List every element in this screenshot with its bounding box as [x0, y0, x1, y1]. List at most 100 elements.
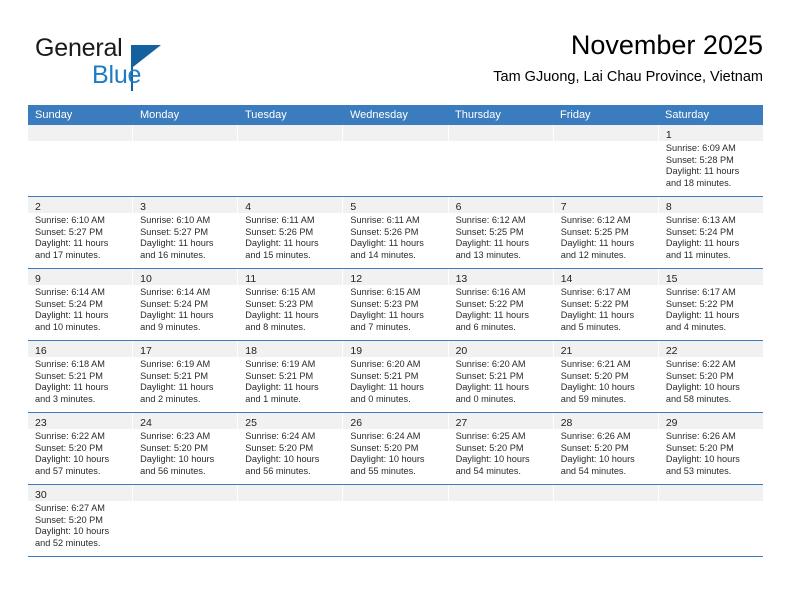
calendar-week-row: 16 Sunrise: 6:18 AM Sunset: 5:21 PM Dayligh…: [28, 341, 763, 413]
calendar-day-cell[interactable]: 24 Sunrise: 6:23 AM Sunset: 5:20 PM Dayligh…: [133, 413, 239, 484]
sunrise-text: Sunrise: 6:17 AM: [560, 287, 631, 297]
day-number: 1: [665, 129, 672, 141]
daylight-text-line1: Daylight: 11 hours: [350, 238, 424, 249]
sunrise-text: Sunrise: 6:11 AM: [245, 215, 315, 225]
calendar-day-cell[interactable]: 30 Sunrise: 6:27 AM Sunset: 5:20 PM Dayligh…: [28, 485, 134, 556]
calendar-page: General Blue November 2025 Tam GJuong, L…: [0, 0, 792, 612]
daylight-text-line1: Daylight: 11 hours: [245, 238, 319, 249]
daylight-text-line1: Daylight: 10 hours: [35, 526, 110, 537]
day-number-header: 11: [238, 269, 343, 285]
calendar-day-cell[interactable]: 6 Sunrise: 6:12 AM Sunset: 5:25 PM Daylight…: [448, 197, 554, 268]
daylight-text-line1: Daylight: 11 hours: [35, 310, 109, 321]
day-number: 22: [665, 345, 678, 357]
calendar-day-cell-empty: [238, 485, 344, 556]
calendar-day-cell[interactable]: 26 Sunrise: 6:24 AM Sunset: 5:20 PM Dayligh…: [343, 413, 449, 484]
day-sun-info: Sunrise: 6:19 AM Sunset: 5:21 PM Daylight:…: [133, 357, 237, 409]
day-number: 21: [560, 345, 573, 357]
sunset-text: Sunset: 5:24 PM: [35, 298, 103, 309]
day-number-header: [343, 125, 448, 141]
sunrise-text: Sunrise: 6:24 AM: [245, 431, 316, 441]
calendar-day-cell[interactable]: 4 Sunrise: 6:11 AM Sunset: 5:26 PM Daylight…: [238, 197, 344, 268]
daylight-text-line1: Daylight: 11 hours: [455, 238, 529, 249]
calendar-day-cell[interactable]: 27 Sunrise: 6:25 AM Sunset: 5:20 PM Dayligh…: [448, 413, 554, 484]
daylight-text-line1: Daylight: 11 hours: [455, 310, 529, 321]
calendar-day-cell[interactable]: 20 Sunrise: 6:20 AM Sunset: 5:21 PM Dayligh…: [448, 341, 554, 412]
daylight-text-line1: Daylight: 11 hours: [455, 382, 529, 393]
calendar-day-cell[interactable]: 25 Sunrise: 6:24 AM Sunset: 5:20 PM Dayligh…: [238, 413, 344, 484]
sunset-text: Sunset: 5:20 PM: [350, 442, 419, 453]
calendar-day-cell[interactable]: 21 Sunrise: 6:21 AM Sunset: 5:20 PM Dayligh…: [553, 341, 659, 412]
sunrise-text: Sunrise: 6:22 AM: [35, 431, 105, 441]
calendar-day-cell[interactable]: 13 Sunrise: 6:16 AM Sunset: 5:22 PM Dayligh…: [448, 269, 554, 340]
calendar-day-cell[interactable]: 11 Sunrise: 6:15 AM Sunset: 5:23 PM Dayligh…: [238, 269, 344, 340]
calendar-day-cell[interactable]: 19 Sunrise: 6:20 AM Sunset: 5:21 PM Dayligh…: [343, 341, 449, 412]
calendar-day-cell[interactable]: 2 Sunrise: 6:10 AM Sunset: 5:27 PM Daylight…: [28, 197, 134, 268]
day-number: 3: [140, 201, 146, 213]
calendar-day-cell[interactable]: 5 Sunrise: 6:11 AM Sunset: 5:26 PM Daylight…: [343, 197, 449, 268]
sunrise-text: Sunrise: 6:18 AM: [35, 359, 105, 369]
calendar-day-cell[interactable]: 29 Sunrise: 6:26 AM Sunset: 5:20 PM Dayligh…: [658, 413, 763, 484]
day-number-header: 3: [133, 197, 238, 213]
calendar-day-cell[interactable]: 15 Sunrise: 6:17 AM Sunset: 5:22 PM Dayligh…: [658, 269, 763, 340]
calendar-day-cell[interactable]: 18 Sunrise: 6:19 AM Sunset: 5:21 PM Dayligh…: [238, 341, 344, 412]
calendar-day-cell[interactable]: 12 Sunrise: 6:15 AM Sunset: 5:23 PM Dayligh…: [343, 269, 449, 340]
daylight-text-line1: Daylight: 11 hours: [665, 310, 740, 321]
calendar-day-cell[interactable]: 17 Sunrise: 6:19 AM Sunset: 5:21 PM Dayligh…: [133, 341, 239, 412]
brand-logo[interactable]: General Blue: [35, 34, 235, 96]
calendar-week-row: 30 Sunrise: 6:27 AM Sunset: 5:20 PM Dayligh…: [28, 485, 763, 557]
day-number-header: [553, 125, 658, 141]
sunrise-text: Sunrise: 6:12 AM: [560, 215, 631, 225]
day-number: 16: [35, 345, 47, 357]
daylight-text-line2: and 14 minutes.: [350, 249, 416, 260]
calendar-day-cell[interactable]: 16 Sunrise: 6:18 AM Sunset: 5:21 PM Dayligh…: [28, 341, 134, 412]
sunset-text: Sunset: 5:20 PM: [455, 442, 524, 453]
daylight-text-line2: and 15 minutes.: [245, 249, 311, 260]
daylight-text-line2: and 4 minutes.: [665, 321, 727, 332]
daylight-text-line2: and 57 minutes.: [35, 465, 101, 476]
sunrise-text: Sunrise: 6:27 AM: [35, 503, 105, 513]
calendar-day-cell[interactable]: 7 Sunrise: 6:12 AM Sunset: 5:25 PM Daylight…: [553, 197, 659, 268]
day-number-header: 14: [553, 269, 658, 285]
calendar-day-cell[interactable]: 10 Sunrise: 6:14 AM Sunset: 5:24 PM Dayligh…: [133, 269, 239, 340]
day-number: 15: [665, 273, 678, 285]
calendar-day-cell[interactable]: 14 Sunrise: 6:17 AM Sunset: 5:22 PM Dayligh…: [553, 269, 659, 340]
day-number-header: [133, 125, 238, 141]
daylight-text-line2: and 8 minutes.: [245, 321, 306, 332]
sunset-text: Sunset: 5:20 PM: [35, 442, 103, 453]
brand-name-general: General: [35, 34, 123, 62]
day-number-header: 15: [658, 269, 763, 285]
day-number: 28: [560, 417, 573, 429]
day-sun-info: Sunrise: 6:09 AM Sunset: 5:28 PM Daylight:…: [659, 141, 763, 193]
day-number-header: 23: [28, 413, 133, 429]
day-number-header: [343, 485, 448, 501]
day-number: 8: [665, 201, 672, 213]
calendar-week-row: 1 Sunrise: 6:09 AM Sunset: 5:28 PM Daylight…: [28, 125, 763, 197]
daylight-text-line1: Daylight: 11 hours: [140, 382, 214, 393]
day-number: 10: [140, 273, 152, 285]
daylight-text-line2: and 54 minutes.: [560, 465, 627, 476]
sunset-text: Sunset: 5:23 PM: [350, 298, 419, 309]
calendar-day-cell[interactable]: 3 Sunrise: 6:10 AM Sunset: 5:27 PM Daylight…: [133, 197, 239, 268]
daylight-text-line2: and 5 minutes.: [560, 321, 621, 332]
calendar-day-cell[interactable]: 8 Sunrise: 6:13 AM Sunset: 5:24 PM Daylight…: [658, 197, 763, 268]
daylight-text-line2: and 9 minutes.: [140, 321, 201, 332]
day-number-header: 10: [133, 269, 238, 285]
daylight-text-line2: and 0 minutes.: [455, 393, 516, 404]
calendar-day-cell[interactable]: 28 Sunrise: 6:26 AM Sunset: 5:20 PM Dayligh…: [553, 413, 659, 484]
day-number-header: [133, 485, 238, 501]
calendar-day-cell-empty: [28, 125, 134, 196]
calendar-day-cell[interactable]: 9 Sunrise: 6:14 AM Sunset: 5:24 PM Daylight…: [28, 269, 134, 340]
daylight-text-line1: Daylight: 10 hours: [560, 382, 635, 393]
sunset-text: Sunset: 5:28 PM: [665, 154, 734, 165]
page-header: General Blue November 2025 Tam GJuong, L…: [28, 28, 763, 100]
calendar-day-cell[interactable]: 22 Sunrise: 6:22 AM Sunset: 5:20 PM Dayligh…: [658, 341, 763, 412]
calendar-day-cell[interactable]: 1 Sunrise: 6:09 AM Sunset: 5:28 PM Daylight…: [658, 125, 763, 196]
daylight-text-line1: Daylight: 11 hours: [35, 382, 109, 393]
daylight-text-line1: Daylight: 11 hours: [140, 310, 214, 321]
daylight-text-line1: Daylight: 11 hours: [245, 310, 319, 321]
calendar-day-cell-empty: [553, 125, 659, 196]
daylight-text-line2: and 7 minutes.: [350, 321, 411, 332]
day-number-header: 2: [28, 197, 133, 213]
calendar-day-cell[interactable]: 23 Sunrise: 6:22 AM Sunset: 5:20 PM Dayligh…: [28, 413, 134, 484]
day-number-header: 24: [133, 413, 238, 429]
